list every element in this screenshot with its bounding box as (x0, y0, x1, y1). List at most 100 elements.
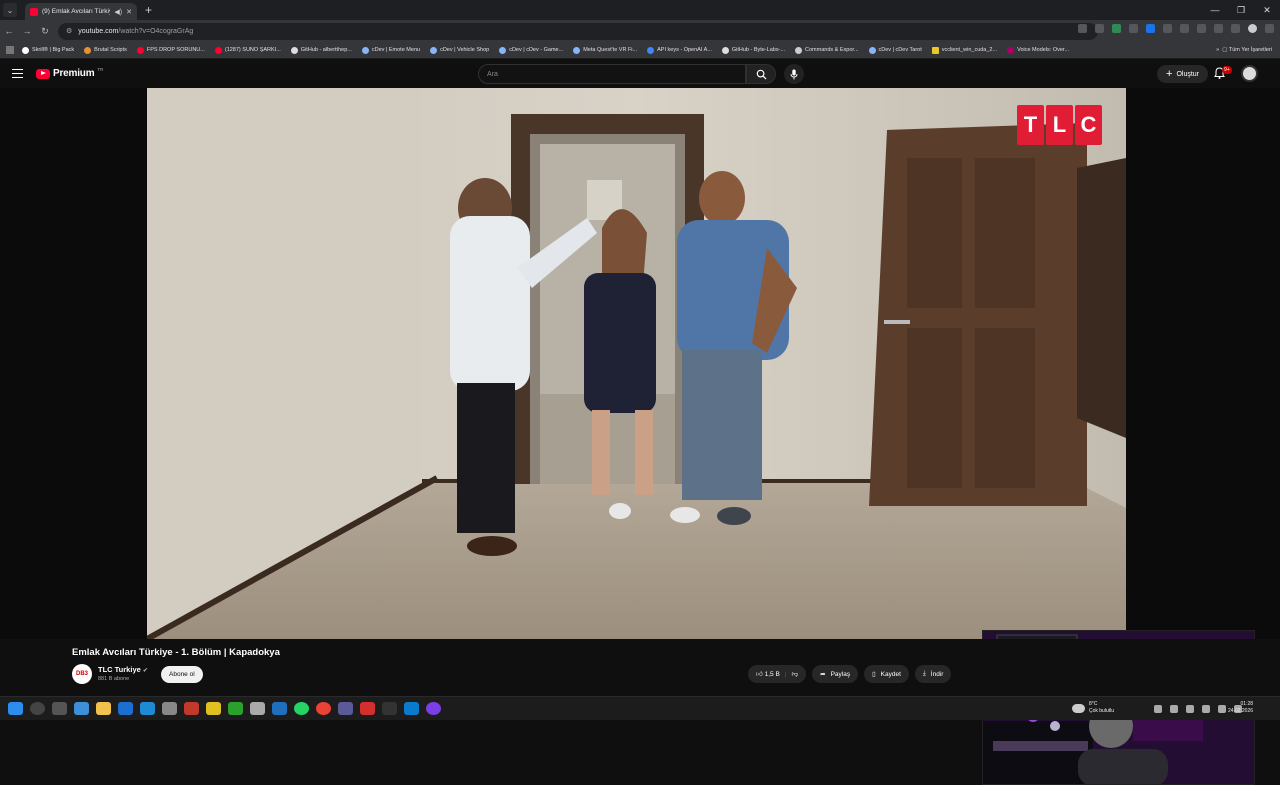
bookmark-item[interactable]: Voice Models: Over... (1007, 46, 1069, 54)
youtube-play-icon (36, 68, 50, 79)
thumbs-down-icon: 👎︎ (791, 671, 799, 678)
whatsapp-icon[interactable] (294, 702, 309, 715)
new-tab-button[interactable]: + (145, 3, 152, 17)
mail-icon[interactable] (118, 702, 133, 715)
tab-active[interactable]: (9) Emlak Avcıları Türkiye - ◀) ✕ (25, 3, 137, 20)
bookmark-item[interactable]: vcclient_win_cuda_2... (931, 46, 997, 54)
minimize-button[interactable]: — (1202, 0, 1228, 20)
reload-button[interactable]: ↻ (36, 26, 54, 37)
cast-icon[interactable] (1078, 24, 1087, 33)
edge-icon[interactable] (140, 702, 155, 715)
bookmark-item[interactable]: cDev | Vehicle Shop (430, 46, 489, 54)
menu-hamburger-icon[interactable] (12, 69, 23, 78)
channel-name[interactable]: TLC Turkiye ✔ (98, 665, 148, 674)
close-icon[interactable]: ✕ (126, 8, 132, 16)
weather-text: Çok bulutlu (1089, 708, 1115, 714)
extension-icon[interactable] (1129, 24, 1138, 33)
notepad-icon[interactable] (162, 702, 177, 715)
tlc-letter: L (1046, 105, 1073, 145)
bookmark-star-icon[interactable] (1095, 24, 1104, 33)
bookmark-item[interactable]: GitHub - albertthep... (290, 46, 352, 54)
bookmark-item[interactable]: Brutal Scripts (84, 46, 127, 54)
extension-icon[interactable] (1146, 24, 1155, 33)
channel-avatar[interactable]: DB3 (72, 664, 92, 684)
save-button[interactable]: ▯ Kaydet (864, 665, 909, 683)
bookmark-item[interactable]: GitHub - Byte-Labs-... (721, 46, 785, 54)
time: 01:28 (1240, 701, 1254, 707)
chevron-up-icon[interactable] (1154, 705, 1162, 713)
weather-widget[interactable]: 8°C Çok bulutlu (1072, 701, 1114, 715)
back-button[interactable]: ← (0, 26, 18, 36)
search-button[interactable] (746, 64, 776, 84)
bookmark-item[interactable]: FPS DROP SORUNU... (136, 46, 205, 54)
menu-dots-icon[interactable] (1265, 24, 1274, 33)
tray-icon[interactable] (1186, 705, 1194, 713)
chat-icon[interactable] (74, 702, 89, 715)
maximize-button[interactable]: ❐ (1228, 0, 1254, 20)
extension-icon[interactable] (1197, 24, 1206, 33)
app-icon[interactable] (250, 702, 265, 715)
app-icon[interactable] (426, 702, 441, 715)
voice-search-button[interactable] (784, 64, 804, 84)
windows-start-icon[interactable] (8, 702, 23, 715)
search-icon (756, 69, 767, 80)
like-dislike-group: 👍︎ 1,5 B | 👎︎ (748, 665, 807, 683)
app-icon[interactable] (360, 702, 375, 715)
video-info: Emlak Avcıları Türkiye - 1. Bölüm | Kapa… (0, 639, 1280, 696)
vscode-icon[interactable] (404, 702, 419, 715)
video-player[interactable] (0, 88, 1280, 785)
file-explorer-icon[interactable] (96, 702, 111, 715)
tray-icon[interactable] (1202, 705, 1210, 713)
create-button[interactable]: + Oluştur (1157, 65, 1208, 83)
xbox-icon[interactable] (228, 702, 243, 715)
omnibox[interactable]: ⚙ youtube.com/watch?v=O4cograGrAg (58, 22, 1098, 40)
search-icon[interactable] (30, 702, 45, 715)
tab-search-button[interactable]: ⌄ (3, 3, 17, 17)
youtube-logo[interactable]: Premium TR (36, 67, 103, 79)
share-button[interactable]: ➦ Paylaş (812, 665, 859, 683)
speaker-icon[interactable]: ◀) (114, 8, 122, 16)
youtube-favicon-icon (30, 7, 38, 16)
bookmark-item[interactable]: cDev | cDev - Game... (499, 46, 563, 54)
account-avatar[interactable] (1241, 65, 1258, 82)
taskbar-apps (8, 702, 441, 715)
apps-grid-icon[interactable] (6, 46, 14, 54)
extension-icon[interactable] (1163, 24, 1172, 33)
like-button[interactable]: 👍︎ 1,5 B (756, 670, 780, 678)
dislike-button[interactable]: 👎︎ (792, 670, 799, 678)
bookmark-item[interactable]: Meta Quest'te VR Fi... (573, 46, 637, 54)
bookmarks-bar: Skrill® | Big Pack Brutal Scripts FPS DR… (0, 42, 1280, 59)
chrome-icon[interactable] (316, 702, 331, 715)
all-bookmarks-button[interactable]: » ▢ Tüm Yer İşaretleri (1216, 47, 1272, 53)
downloads-icon[interactable] (1231, 24, 1240, 33)
search-input[interactable]: Ara (478, 64, 746, 84)
extension-icon[interactable] (1112, 24, 1121, 33)
wifi-icon[interactable] (1218, 705, 1226, 713)
tray-icon[interactable] (1170, 705, 1178, 713)
app-icon[interactable] (184, 702, 199, 715)
bookmark-item[interactable]: API keys - OpenAI A... (647, 46, 712, 54)
bookmark-item[interactable]: (1287) SUNO ŞARKI... (214, 46, 281, 54)
forward-button[interactable]: → (18, 26, 36, 36)
download-button[interactable]: ⤓ İndir (914, 665, 952, 683)
close-window-button[interactable]: ✕ (1254, 0, 1280, 20)
app-icon[interactable] (382, 702, 397, 715)
thumbs-up-icon: 👍︎ (756, 671, 763, 678)
extension-icon[interactable] (1180, 24, 1189, 33)
site-info-icon[interactable]: ⚙ (66, 27, 72, 35)
subscribe-button[interactable]: Abone ol (161, 666, 203, 683)
profile-avatar[interactable] (1248, 24, 1257, 33)
bookmark-item[interactable]: Commands & Expor... (795, 46, 859, 54)
app-icon[interactable] (206, 702, 221, 715)
youtube-header: Premium TR Ara + Oluştur 9+ (0, 60, 1280, 88)
brand-label: Premium (53, 68, 95, 79)
clock[interactable]: 01:28 24.02.2026 (1228, 701, 1253, 715)
extensions-puzzle-icon[interactable] (1214, 24, 1223, 33)
video-actions: 👍︎ 1,5 B | 👎︎ ➦ Paylaş ▯ Kaydet ⤓ İndir (748, 665, 952, 683)
bookmark-item[interactable]: cDev | Emote Menu (361, 46, 420, 54)
bookmark-item[interactable]: Skrill® | Big Pack (22, 46, 74, 54)
app-icon[interactable] (272, 702, 287, 715)
app-icon[interactable] (338, 702, 353, 715)
bookmark-item[interactable]: cDev | cDev Tarot (868, 46, 922, 54)
task-view-icon[interactable] (52, 702, 67, 715)
